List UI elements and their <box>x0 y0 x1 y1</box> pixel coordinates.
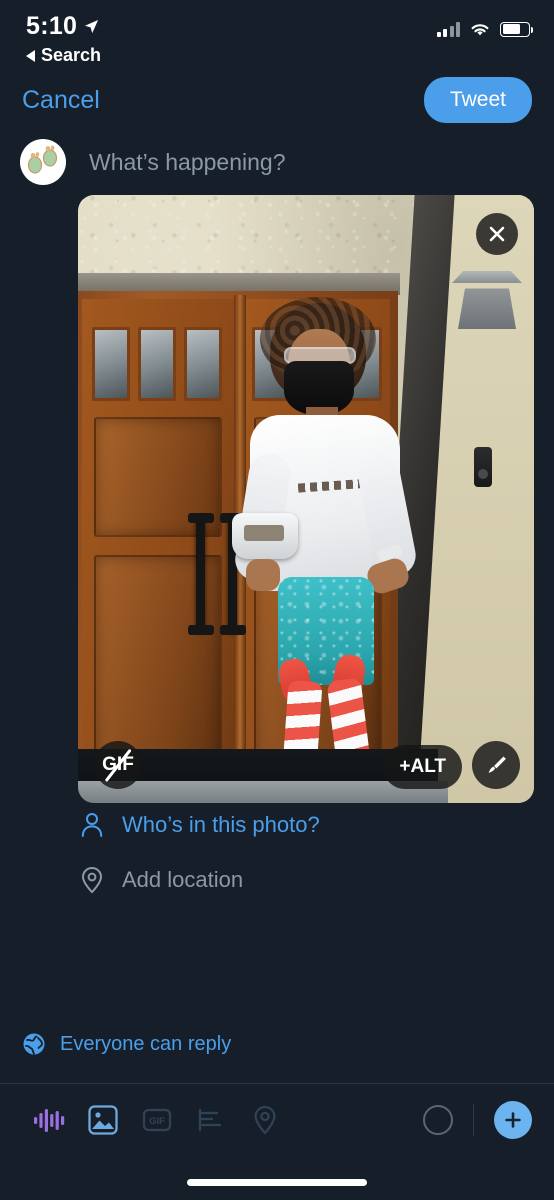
compose-toolbar: GIF <box>0 1084 554 1156</box>
door-handle <box>196 517 205 633</box>
door-glass-pane <box>92 327 130 401</box>
close-icon <box>489 226 505 242</box>
white-container <box>232 513 298 559</box>
add-tweet-button[interactable] <box>494 1101 532 1139</box>
who-is-in-photo-button[interactable]: Who’s in this photo? <box>80 812 320 838</box>
toolbar-location-button[interactable] <box>238 1093 292 1147</box>
cancel-button[interactable]: Cancel <box>22 86 100 115</box>
globe-icon <box>23 1033 45 1055</box>
tweet-compose-screen: 5:10 Search Cancel Tweet What’s happenin… <box>0 0 554 1200</box>
home-indicator <box>187 1179 367 1186</box>
tweet-text-placeholder[interactable]: What’s happening? <box>89 149 286 176</box>
door-glass-pane <box>184 327 222 401</box>
compose-row: What’s happening? <box>0 138 554 186</box>
gif-toggle-button[interactable]: GIF <box>94 741 142 789</box>
back-label: Search <box>41 45 102 65</box>
toolbar-audio-button[interactable] <box>22 1093 76 1147</box>
video-doorbell <box>474 447 492 487</box>
toolbar-photo-button[interactable] <box>76 1093 130 1147</box>
location-icon <box>254 1105 276 1135</box>
door-glass-pane <box>138 327 176 401</box>
photo-content <box>78 195 534 803</box>
toolbar-poll-button[interactable] <box>184 1093 238 1147</box>
cellular-bars-icon <box>436 21 460 37</box>
status-bar: 5:10 Search <box>0 0 554 65</box>
back-triangle-icon <box>26 49 35 62</box>
status-bar-left: 5:10 Search <box>26 14 101 66</box>
status-time-group: 5:10 <box>26 14 101 39</box>
person-icon <box>81 813 103 837</box>
add-location-button[interactable]: Add location <box>80 866 243 894</box>
edit-photo-button[interactable] <box>472 741 520 789</box>
toolbar-gif-button[interactable]: GIF <box>130 1093 184 1147</box>
wifi-icon <box>471 24 489 36</box>
person-in-photo <box>226 297 420 803</box>
status-time: 5:10 <box>26 12 78 40</box>
status-bar-right <box>436 20 533 38</box>
remove-photo-button[interactable] <box>476 213 518 255</box>
door-handle-lug <box>188 625 214 635</box>
svg-text:GIF: GIF <box>149 1116 165 1127</box>
reply-settings-button[interactable]: Everyone can reply <box>22 1032 231 1056</box>
character-count-ring <box>423 1105 453 1135</box>
poll-icon <box>198 1108 222 1132</box>
battery-icon <box>500 21 533 37</box>
door-handle-lug <box>188 513 214 523</box>
nav-bar: Cancel Tweet <box>0 72 554 128</box>
add-alt-text-button[interactable]: +ALT <box>383 745 462 789</box>
location-pin-icon <box>81 866 103 894</box>
paintbrush-icon <box>488 756 506 773</box>
back-to-search-link[interactable]: Search <box>26 45 101 66</box>
reply-settings-label: Everyone can reply <box>60 1032 232 1055</box>
gif-icon: GIF <box>142 1108 172 1132</box>
image-icon <box>88 1105 118 1135</box>
avatar[interactable] <box>20 139 66 185</box>
add-location-label: Add location <box>122 867 244 892</box>
left-hand <box>246 559 280 591</box>
lantern-top <box>452 271 522 283</box>
tweet-button[interactable]: Tweet <box>423 77 532 123</box>
who-is-in-photo-label: Who’s in this photo? <box>122 812 320 837</box>
audio-waveform-icon <box>34 1109 65 1132</box>
footprints-avatar-icon <box>27 145 58 174</box>
plus-icon <box>505 1112 521 1128</box>
attached-photo[interactable]: GIF +ALT <box>78 195 534 803</box>
location-arrow-icon <box>85 19 99 34</box>
toolbar-separator <box>473 1104 474 1136</box>
